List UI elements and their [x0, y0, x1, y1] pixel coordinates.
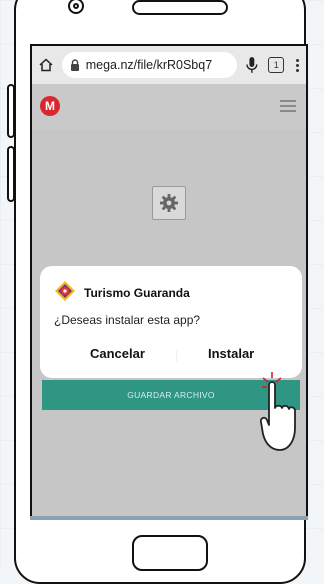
- dialog-message: ¿Deseas instalar esta app?: [54, 313, 201, 327]
- hamburger-icon[interactable]: [280, 100, 296, 112]
- file-settings-tile: [152, 186, 186, 220]
- home-icon[interactable]: [38, 57, 54, 73]
- gear-icon: [160, 194, 178, 212]
- dialog-app-name: Turismo Guaranda: [84, 286, 190, 300]
- tabs-icon[interactable]: 1: [268, 57, 285, 73]
- button-divider: [176, 350, 177, 362]
- power-button: [7, 146, 15, 202]
- url-text: mega.nz/file/krR0Sbq7: [85, 58, 213, 72]
- lock-icon: [70, 59, 79, 71]
- hand-pointer-icon: [260, 372, 296, 451]
- install-button[interactable]: Instalar: [208, 346, 254, 361]
- speaker-grille: [132, 0, 228, 15]
- app-icon: [55, 281, 75, 301]
- address-bar[interactable]: mega.nz/file/krR0Sbq7: [61, 52, 237, 78]
- install-app-dialog: Turismo Guaranda ¿Deseas instalar esta a…: [40, 266, 302, 378]
- mega-app-bar: M: [32, 84, 306, 130]
- screen-bottom-bar: [30, 516, 308, 520]
- phone-screen: mega.nz/file/krR0Sbq7 1 M GUARDAR ARCHIV…: [30, 44, 308, 520]
- home-button[interactable]: [132, 535, 208, 571]
- more-vert-icon[interactable]: [294, 58, 300, 72]
- cancel-button[interactable]: Cancelar: [90, 346, 145, 361]
- microphone-icon[interactable]: [245, 56, 259, 74]
- volume-button: [7, 84, 15, 138]
- browser-toolbar: mega.nz/file/krR0Sbq7 1: [32, 46, 306, 84]
- camera-icon: [68, 0, 84, 14]
- mega-logo[interactable]: M: [40, 96, 60, 116]
